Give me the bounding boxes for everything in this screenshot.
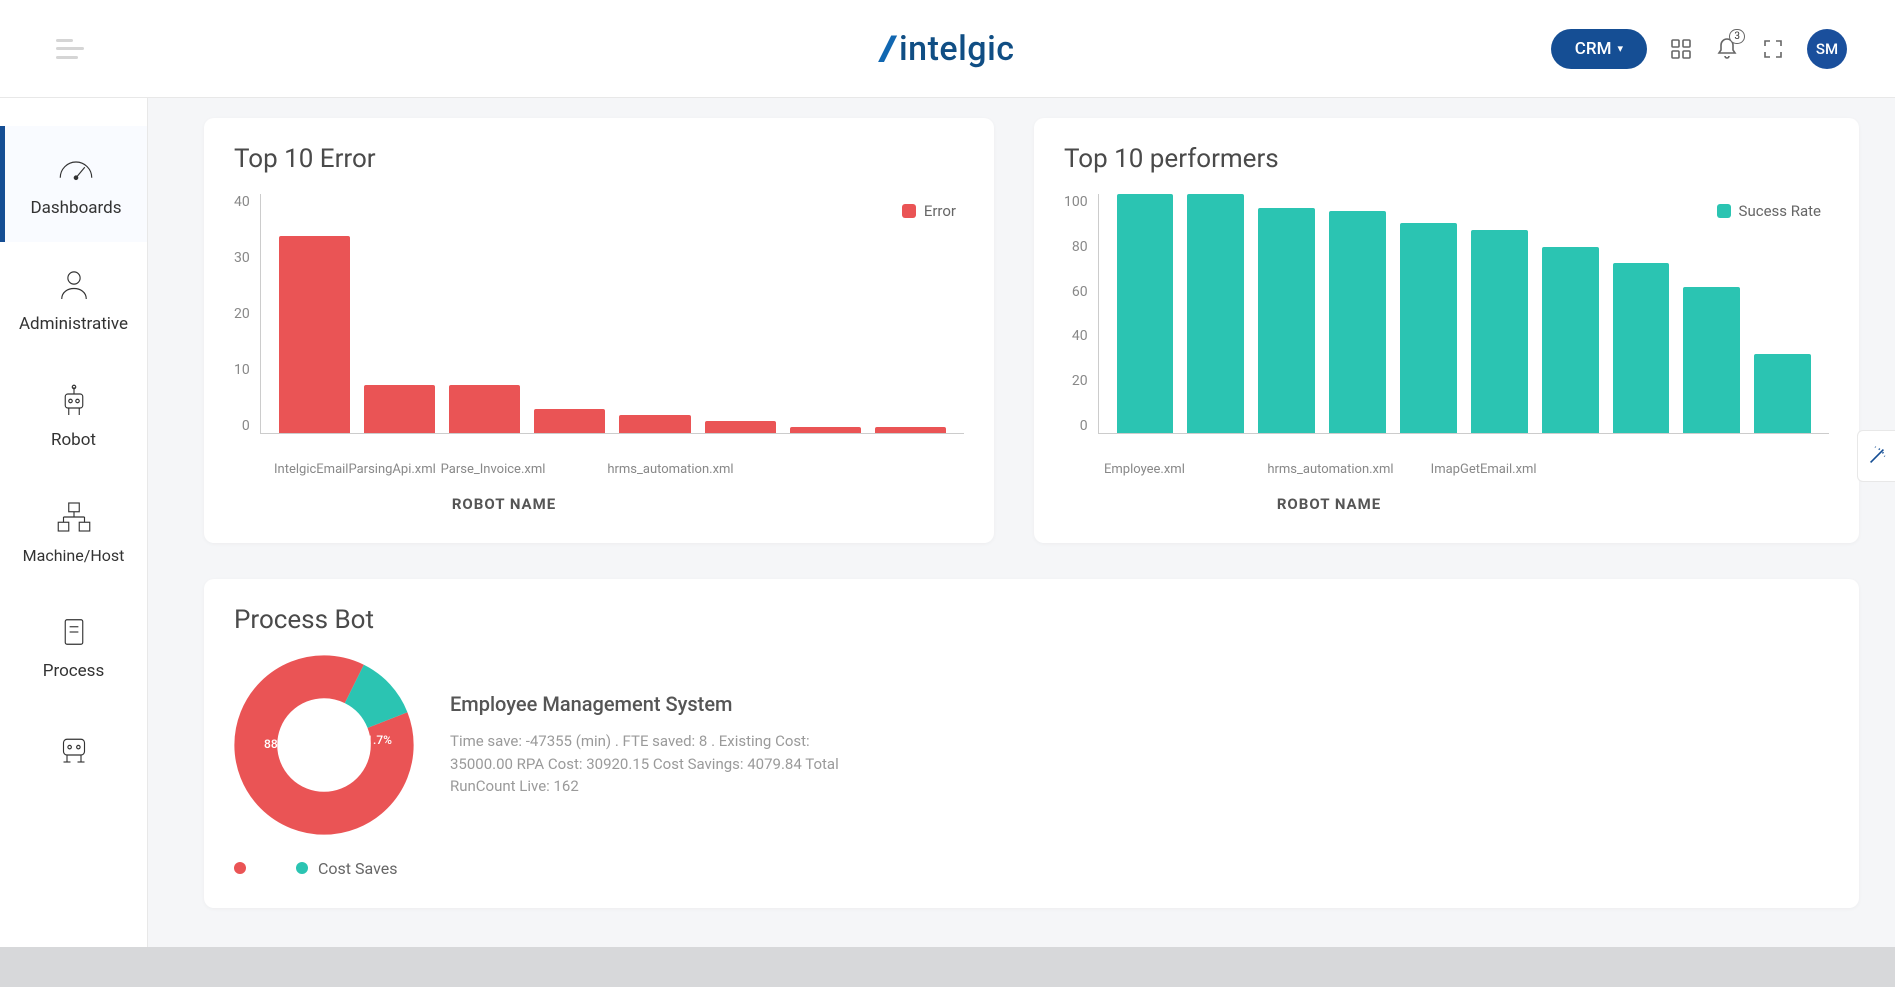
y-tick: 30 xyxy=(234,250,250,266)
x-tick: IntelgicEmailParsingApi.xml xyxy=(274,462,441,477)
process-text: Employee Management System Time save: -4… xyxy=(450,692,870,798)
topbar-right: CRM ▾ 3 SM xyxy=(1551,29,1847,69)
legend-dot-icon xyxy=(234,862,246,874)
donut-pct-b: 11.7% xyxy=(359,733,392,747)
sidebar-item-process[interactable]: Process xyxy=(0,589,147,705)
avatar-initials: SM xyxy=(1816,40,1838,58)
performers-chart: Sucess Rate 100 80 60 40 20 0 xyxy=(1064,194,1829,454)
bar xyxy=(1329,211,1386,433)
brand-text: intelgic xyxy=(899,29,1014,69)
x-tick: hrms_automation.xml xyxy=(607,462,774,477)
y-tick: 0 xyxy=(1080,418,1088,434)
brand-logo: // intelgic xyxy=(881,0,1015,98)
error-chart: Error 40 30 20 10 0 xyxy=(234,194,964,454)
bar xyxy=(705,421,776,433)
y-tick: 100 xyxy=(1064,194,1088,210)
bar xyxy=(1613,263,1670,433)
sidebar-item-dashboards[interactable]: Dashboards xyxy=(0,126,147,242)
sidebar-item-extra[interactable] xyxy=(0,705,147,767)
crm-dropdown[interactable]: CRM ▾ xyxy=(1551,29,1647,69)
gauge-icon xyxy=(55,150,97,188)
bar xyxy=(364,385,435,433)
performers-x-ticks: Employee.xml hrms_automation.xml ImapGet… xyxy=(1064,462,1594,477)
error-x-ticks: IntelgicEmailParsingApi.xml Parse_Invoic… xyxy=(234,462,774,477)
sidebar-item-label: Machine/Host xyxy=(23,546,125,565)
x-tick: hrms_automation.xml xyxy=(1267,462,1430,477)
sidebar-item-label: Process xyxy=(43,661,104,681)
performers-x-label: ROBOT NAME xyxy=(1064,495,1594,513)
bar xyxy=(1400,223,1457,433)
y-tick: 0 xyxy=(242,418,250,434)
card-process-bot: Process Bot 88.3% 11.7% Employee Managem… xyxy=(204,579,1859,908)
card-title: Top 10 Error xyxy=(234,144,964,174)
notifications-icon[interactable]: 3 xyxy=(1715,37,1739,61)
performers-y-axis: 100 80 60 40 20 0 xyxy=(1064,194,1098,434)
process-subtitle: Employee Management System xyxy=(450,692,870,716)
logo-slashes-icon: // xyxy=(881,29,889,69)
x-tick: Parse_Invoice.xml xyxy=(441,462,608,477)
y-tick: 40 xyxy=(1072,328,1088,344)
bottom-strip xyxy=(0,947,1895,987)
bar xyxy=(279,236,350,433)
y-tick: 60 xyxy=(1072,284,1088,300)
sidebar-item-robot[interactable]: Robot xyxy=(0,358,147,474)
bar xyxy=(875,427,946,433)
crm-label: CRM xyxy=(1575,39,1612,59)
chevron-down-icon: ▾ xyxy=(1617,42,1623,55)
sidebar-item-label: Dashboards xyxy=(31,198,122,218)
sidebar-item-administrative[interactable]: Administrative xyxy=(0,242,147,358)
bar xyxy=(619,415,690,433)
bot-outline-icon xyxy=(53,729,95,767)
process-detail: Time save: -47355 (min) . FTE saved: 8 .… xyxy=(450,730,870,798)
bar xyxy=(1187,194,1244,433)
main-content: Top 10 Error Error 40 30 20 10 0 xyxy=(148,98,1895,987)
error-y-axis: 40 30 20 10 0 xyxy=(234,194,260,434)
magic-wand-tab[interactable] xyxy=(1857,430,1895,482)
process-icon xyxy=(53,613,95,651)
topbar: // intelgic CRM ▾ 3 SM xyxy=(0,0,1895,98)
card-title: Top 10 performers xyxy=(1064,144,1829,174)
y-tick: 80 xyxy=(1072,239,1088,255)
sidebar-item-label: Administrative xyxy=(19,314,128,334)
user-admin-icon xyxy=(53,266,95,304)
y-tick: 20 xyxy=(1072,373,1088,389)
bar xyxy=(1683,287,1740,433)
process-donut-chart: 88.3% 11.7% xyxy=(234,655,414,835)
x-tick: ImapGetEmail.xml xyxy=(1431,462,1594,477)
bar xyxy=(1471,230,1528,433)
menu-toggle-icon[interactable] xyxy=(56,39,84,59)
legend-label: Cost Saves xyxy=(318,859,397,878)
sidebar: Dashboards Administrative Robot Machine/… xyxy=(0,98,148,987)
y-tick: 10 xyxy=(234,362,250,378)
error-x-label: ROBOT NAME xyxy=(234,495,774,513)
bar xyxy=(449,385,520,433)
apps-grid-icon[interactable] xyxy=(1669,37,1693,61)
y-tick: 40 xyxy=(234,194,250,210)
robot-icon xyxy=(53,382,95,420)
process-legend: Cost Saves xyxy=(234,859,1829,878)
y-tick: 20 xyxy=(234,306,250,322)
bar xyxy=(534,409,605,433)
card-top10-performers: Top 10 performers Sucess Rate 100 80 60 … xyxy=(1034,118,1859,543)
sidebar-item-label: Robot xyxy=(51,430,96,450)
legend-dot-icon xyxy=(296,862,308,874)
bar xyxy=(1542,247,1599,433)
fullscreen-icon[interactable] xyxy=(1761,37,1785,61)
network-icon xyxy=(53,498,95,536)
bar xyxy=(1754,354,1811,433)
card-top10-error: Top 10 Error Error 40 30 20 10 0 xyxy=(204,118,994,543)
notification-badge: 3 xyxy=(1729,29,1745,44)
bar xyxy=(1117,194,1174,433)
x-tick: Employee.xml xyxy=(1104,462,1267,477)
bar xyxy=(1258,208,1315,433)
bar xyxy=(790,427,861,433)
donut-pct-a: 88.3% xyxy=(264,737,297,751)
avatar[interactable]: SM xyxy=(1807,29,1847,69)
sidebar-item-machine-host[interactable]: Machine/Host xyxy=(0,474,147,589)
card-title: Process Bot xyxy=(234,605,1829,635)
